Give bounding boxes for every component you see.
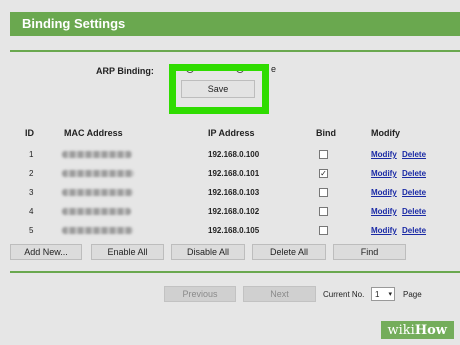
delete-all-button[interactable]: Delete All xyxy=(252,244,326,260)
delete-link[interactable]: Delete xyxy=(402,226,426,235)
delete-link[interactable]: Delete xyxy=(402,207,426,216)
disable-all-button[interactable]: Disable All xyxy=(171,244,245,260)
delete-link[interactable]: Delete xyxy=(402,150,426,159)
modify-link[interactable]: Modify xyxy=(371,150,397,159)
modify-link[interactable]: Modify xyxy=(371,188,397,197)
col-modify-header: Modify xyxy=(371,128,400,138)
add-new-button[interactable]: Add New... xyxy=(10,244,82,260)
row-ip: 192.168.0.101 xyxy=(208,169,260,178)
watermark-how: How xyxy=(414,322,447,338)
divider xyxy=(10,271,460,273)
mac-address-redacted xyxy=(62,227,133,234)
page-select-value: 1 xyxy=(375,290,380,299)
row-id: 2 xyxy=(29,169,34,178)
wikihow-watermark: wiki How xyxy=(380,321,454,339)
watermark-wiki: wiki xyxy=(387,322,415,338)
row-id: 5 xyxy=(29,226,34,235)
chevron-down-icon: ▾ xyxy=(388,291,392,298)
modify-link[interactable]: Modify xyxy=(371,169,397,178)
bind-checkbox[interactable] xyxy=(319,226,328,235)
save-button[interactable]: Save xyxy=(181,80,255,98)
title-bar: Binding Settings xyxy=(10,12,460,36)
previous-button[interactable]: Previous xyxy=(164,286,236,302)
mac-address-redacted xyxy=(62,208,131,215)
modify-link[interactable]: Modify xyxy=(371,207,397,216)
row-id: 4 xyxy=(29,207,34,216)
mac-address-redacted xyxy=(62,170,134,177)
row-ip: 192.168.0.100 xyxy=(208,150,260,159)
bind-checkbox[interactable] xyxy=(319,188,328,197)
page-title: Binding Settings xyxy=(22,16,126,31)
bind-checkbox[interactable] xyxy=(319,207,328,216)
col-ip-header: IP Address xyxy=(208,128,255,138)
row-ip: 192.168.0.102 xyxy=(208,207,260,216)
page-label: Page xyxy=(403,290,422,299)
arp-option-label: e xyxy=(271,64,277,74)
delete-link[interactable]: Delete xyxy=(402,188,426,197)
row-id: 3 xyxy=(29,188,34,197)
col-mac-header: MAC Address xyxy=(64,128,123,138)
delete-link[interactable]: Delete xyxy=(402,169,426,178)
page-select[interactable]: 1 ▾ xyxy=(371,287,395,301)
bind-checkbox[interactable] xyxy=(319,150,328,159)
col-id-header: ID xyxy=(25,128,34,138)
next-button[interactable]: Next xyxy=(243,286,316,302)
current-no-label: Current No. xyxy=(323,290,365,299)
mac-address-redacted xyxy=(62,151,132,158)
find-button[interactable]: Find xyxy=(333,244,406,260)
divider xyxy=(10,50,460,52)
row-ip: 192.168.0.105 xyxy=(208,226,260,235)
modify-link[interactable]: Modify xyxy=(371,226,397,235)
mac-address-redacted xyxy=(62,189,133,196)
arp-binding-label: ARP Binding: xyxy=(96,66,154,76)
row-id: 1 xyxy=(29,150,34,159)
bind-checkbox[interactable]: ✓ xyxy=(319,169,328,178)
col-bind-header: Bind xyxy=(316,128,336,138)
row-ip: 192.168.0.103 xyxy=(208,188,260,197)
enable-all-button[interactable]: Enable All xyxy=(91,244,164,260)
